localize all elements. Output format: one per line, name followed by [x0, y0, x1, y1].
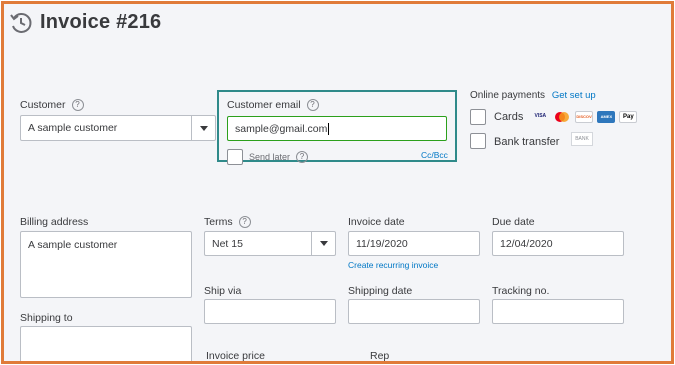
bank-icon: BANK [571, 132, 593, 146]
cards-checkbox[interactable] [470, 109, 486, 125]
customer-email-label-text: Customer email [227, 99, 301, 111]
customer-email-section: Customer email? sample@gmail.com Send la… [217, 90, 457, 165]
billing-address-value: A sample customer [28, 239, 118, 251]
terms-select[interactable]: Net 15 [204, 231, 336, 256]
terms-label-text: Terms [204, 216, 233, 228]
help-icon[interactable]: ? [306, 99, 319, 111]
clock-history-icon[interactable] [8, 10, 34, 36]
help-icon[interactable]: ? [71, 99, 84, 111]
bank-transfer-checkbox[interactable] [470, 133, 486, 149]
online-payments-label: Online payments [470, 90, 546, 101]
create-recurring-invoice-link[interactable]: Create recurring invoice [348, 260, 438, 270]
billing-address-textarea[interactable]: A sample customer [20, 231, 192, 298]
due-date-label: Due date [492, 216, 535, 228]
amex-icon: AMEX [597, 111, 616, 123]
cc-bcc-link[interactable]: Cc/Bcc [421, 150, 448, 160]
send-later-label: Send later? [249, 151, 309, 163]
apple-pay-icon: Pay [619, 111, 638, 123]
customer-dropdown-button[interactable] [191, 116, 215, 140]
customer-label: Customer? [20, 99, 84, 111]
visa-icon: VISA [534, 113, 547, 119]
send-later-text: Send later [249, 152, 291, 162]
due-date-value: 12/04/2020 [500, 237, 553, 250]
invoice-price-label: Invoice price [206, 350, 265, 362]
terms-select-value: Net 15 [212, 237, 243, 250]
customer-email-input[interactable]: sample@gmail.com [227, 116, 447, 141]
invoice-date-label: Invoice date [348, 216, 405, 228]
invoice-frame: Invoice #216 Customer? A sample customer… [1, 1, 674, 364]
terms-label: Terms? [204, 216, 251, 228]
customer-label-text: Customer [20, 99, 66, 111]
help-icon[interactable]: ? [296, 151, 309, 163]
online-payments-header: Online payments Get set up [470, 90, 596, 101]
discover-icon: DISCOVER [575, 111, 594, 123]
rep-label: Rep [370, 350, 390, 362]
shipping-to-textarea[interactable] [20, 326, 192, 361]
customer-select-value: A sample customer [28, 122, 118, 134]
get-set-up-link[interactable]: Get set up [552, 90, 596, 101]
tracking-no-input[interactable] [492, 299, 624, 324]
shipping-date-label: Shipping date [348, 285, 413, 297]
mastercard-icon [555, 112, 570, 122]
caret-down-icon [199, 125, 208, 131]
customer-select[interactable]: A sample customer [20, 115, 216, 141]
billing-address-label: Billing address [20, 216, 89, 228]
ship-via-input[interactable] [204, 299, 336, 324]
shipping-to-label: Shipping to [20, 312, 73, 324]
cards-label: Cards [494, 111, 524, 123]
help-icon[interactable]: ? [238, 216, 251, 228]
customer-email-value: sample@gmail.com [235, 122, 328, 135]
apple-pay-text: Pay [623, 114, 634, 120]
invoice-date-input[interactable]: 11/19/2020 [348, 231, 480, 256]
cards-row: Cards VISA DISCOVER AMEX Pay [494, 111, 638, 123]
caret-down-icon [319, 241, 328, 246]
due-date-input[interactable]: 12/04/2020 [492, 231, 624, 256]
invoice-form: Invoice #216 Customer? A sample customer… [4, 4, 671, 361]
invoice-date-value: 11/19/2020 [356, 237, 408, 250]
send-later-checkbox[interactable] [227, 149, 243, 165]
shipping-date-input[interactable] [348, 299, 480, 324]
bank-transfer-label: Bank transfer [494, 136, 560, 148]
page-title: Invoice #216 [40, 11, 162, 33]
terms-dropdown-button[interactable] [311, 232, 335, 255]
text-cursor [328, 122, 330, 135]
tracking-no-label: Tracking no. [492, 285, 550, 297]
customer-email-label: Customer email? [227, 99, 319, 111]
ship-via-label: Ship via [204, 285, 242, 297]
